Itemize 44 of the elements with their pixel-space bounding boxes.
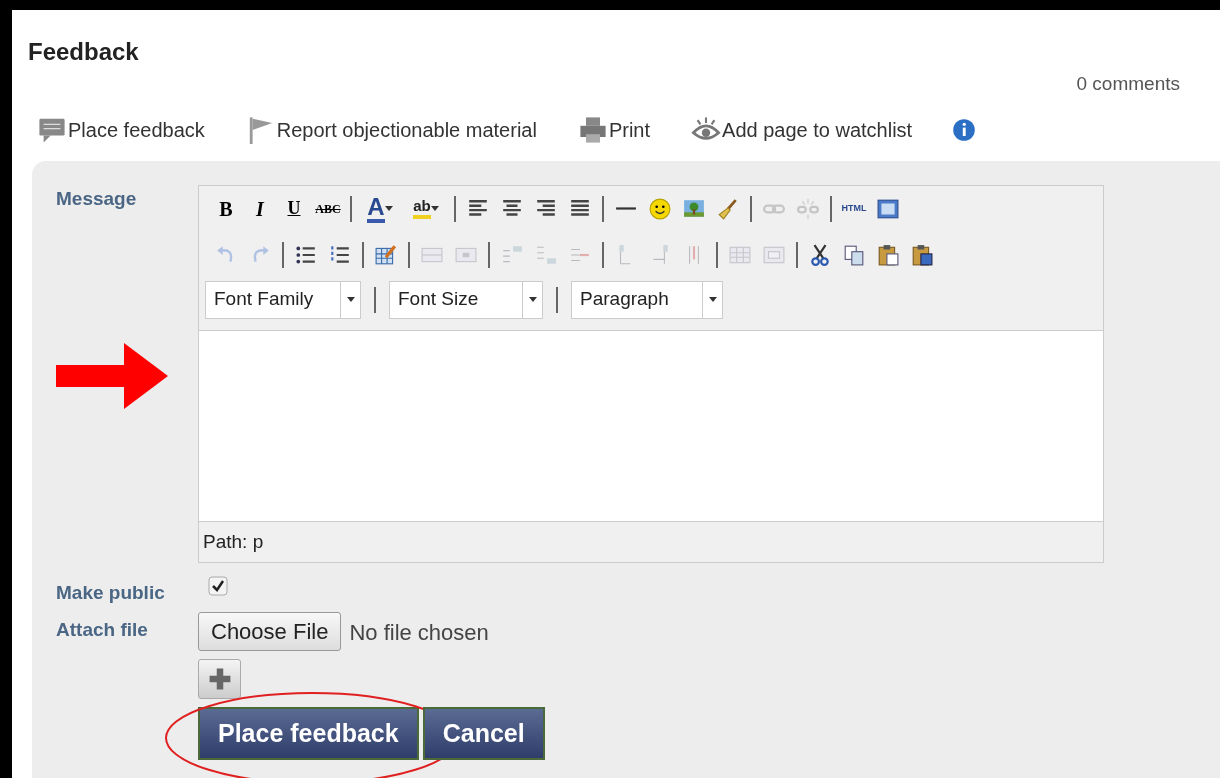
- field-label: Make public: [56, 581, 166, 605]
- comment-count: 0 comments: [1076, 72, 1180, 96]
- html-button[interactable]: HTML: [837, 192, 871, 225]
- caret-icon: [430, 205, 439, 212]
- strikethrough-button[interactable]: ABC: [311, 192, 345, 225]
- dropdown-select[interactable]: Paragraph: [571, 280, 723, 319]
- unlink-icon: [797, 197, 819, 220]
- caret-icon: [346, 296, 355, 303]
- path-status: Path: p: [202, 529, 265, 554]
- fullscreen-icon: [877, 197, 899, 220]
- text-color-button[interactable]: A: [357, 192, 403, 225]
- toolbar-link[interactable]: Add page to watchlist: [690, 114, 913, 145]
- copy-icon: [843, 243, 865, 266]
- underline-button[interactable]: U: [277, 192, 311, 225]
- bold-button[interactable]: B: [209, 192, 243, 225]
- scissors-icon: [809, 243, 831, 266]
- clipboard-icon: [877, 243, 899, 266]
- file-status: No file chosen: [349, 618, 489, 647]
- image-icon: [683, 197, 705, 220]
- italic-button[interactable]: I: [243, 192, 277, 225]
- submit-button[interactable]: Place feedback: [198, 706, 419, 760]
- dropdown-select[interactable]: Font Size: [389, 280, 543, 319]
- table-edit-icon: [375, 243, 397, 266]
- clipboard-icon: [911, 243, 933, 266]
- broom-icon: [717, 197, 739, 220]
- horizontal-rule-icon: [615, 207, 637, 210]
- caret-icon: [528, 296, 537, 303]
- smiley-icon: [649, 197, 671, 220]
- checkbox[interactable]: [208, 576, 228, 597]
- info-icon[interactable]: [952, 117, 977, 142]
- cancel-button[interactable]: Cancel: [422, 706, 545, 760]
- add-file-button[interactable]: [198, 658, 241, 699]
- field-label: Message: [56, 184, 198, 563]
- toolbar-link[interactable]: Report objectionable material: [244, 114, 537, 145]
- dropdown-select[interactable]: Font Family: [205, 280, 361, 319]
- panel-title: Feedback: [28, 37, 140, 67]
- highlight-color-button[interactable]: ab: [403, 192, 449, 225]
- caret-icon: [384, 205, 393, 212]
- choose-file-button[interactable]: Choose File: [198, 611, 342, 651]
- caret-icon: [708, 296, 717, 303]
- toolbar-link[interactable]: Print: [576, 114, 651, 145]
- toolbar-link[interactable]: Place feedback: [36, 114, 205, 145]
- field-label: Attach file: [56, 617, 149, 642]
- numbered-list-icon: [329, 243, 351, 266]
